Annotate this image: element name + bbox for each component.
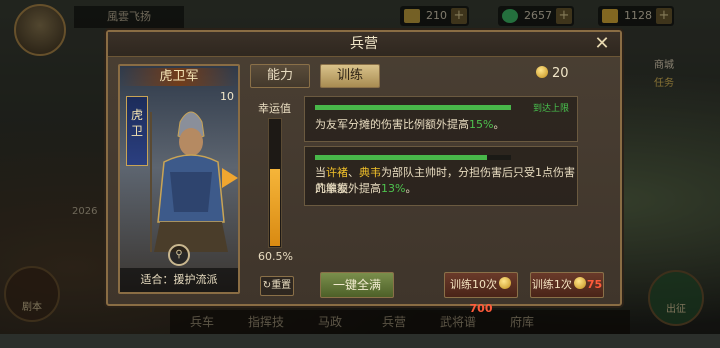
luck-gauge	[268, 118, 282, 248]
general-portrait	[150, 111, 228, 252]
luck-gauge-fill	[270, 168, 280, 246]
train-10-button[interactable]: 训练10次 700	[444, 272, 518, 315]
close-icon[interactable]: ✕	[592, 34, 612, 54]
effect-progress-fill	[315, 105, 511, 110]
general-name: 许褚	[326, 166, 348, 179]
arrow-right-icon	[222, 168, 238, 188]
effect-desc: 当	[315, 166, 326, 179]
coin-icon	[499, 277, 511, 289]
effect-value: 15%	[469, 118, 494, 131]
luck-label: 幸运值	[258, 102, 291, 115]
max-reached-tag: 到达上限	[532, 104, 569, 114]
train-10-label: 训练10次	[450, 278, 497, 291]
effect-progress-fill	[315, 155, 488, 160]
coin-icon	[536, 66, 548, 78]
zoom-icon[interactable]: ⚲	[168, 244, 190, 266]
effect-text-line2: 几率额外提高13%。	[315, 181, 416, 197]
luck-percent: 60.5%	[258, 250, 293, 263]
effect-item: 当许褚、典韦为部队主帅时，分担伤害后只受1点伤害的触发 几率额外提高13%。	[304, 146, 578, 206]
unit-name: 虎卫军	[120, 68, 238, 86]
effect-desc: 为友军分摊的伤害比例额外提高	[315, 118, 469, 131]
general-name: 典韦	[359, 166, 381, 179]
train-1-price: 75	[586, 278, 603, 291]
training-cost: 20	[536, 66, 569, 81]
unit-banner: 虎卫	[126, 96, 148, 166]
train-10-price: 700	[469, 302, 493, 315]
suitable-style: 适合：援护流派	[120, 268, 238, 292]
tab-training[interactable]: 训练	[320, 64, 380, 88]
effect-suffix: 。	[493, 118, 505, 131]
reset-button[interactable]: ↻重置	[260, 276, 294, 296]
dialog-titlebar: 兵营 ✕	[108, 32, 620, 57]
effect-progress	[315, 155, 511, 160]
effect-item: 到达上限 为友军分摊的伤害比例额外提高15%。	[304, 96, 578, 142]
effect-desc: 几率额外提高	[315, 182, 381, 195]
separator: 、	[348, 166, 359, 179]
dialog-title: 兵营	[350, 36, 378, 52]
effect-text: 为友军分摊的伤害比例额外提高15%。	[315, 117, 504, 133]
barracks-dialog: 兵营 ✕ 虎卫军 10 虎卫 ⚲ 适合：援护流派 能力 训练 20 幸运值 60…	[106, 30, 622, 315]
fill-all-button[interactable]: 一键全满	[320, 272, 394, 298]
tab-ability[interactable]: 能力	[250, 64, 310, 88]
train-1-button[interactable]: 训练1次 75	[530, 272, 604, 298]
effect-suffix: 。	[405, 182, 417, 195]
effect-progress	[315, 105, 511, 110]
cost-value: 20	[552, 66, 569, 81]
reset-label: 重置	[271, 280, 292, 291]
effect-value: 13%	[381, 182, 406, 195]
coin-icon	[573, 277, 586, 289]
refresh-icon: ↻	[262, 280, 272, 291]
train-1-label: 训练1次	[531, 278, 572, 291]
